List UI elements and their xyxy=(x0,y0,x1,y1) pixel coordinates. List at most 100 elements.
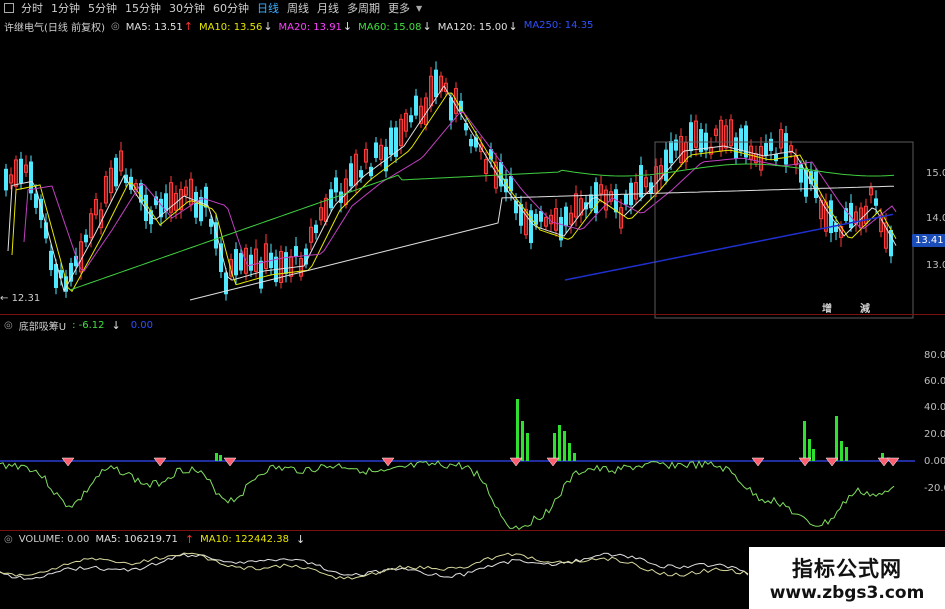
tab-7[interactable]: 周线 xyxy=(283,0,313,16)
candle-body xyxy=(164,193,168,212)
bottom-signal-icon xyxy=(798,457,812,467)
bottom-signal-icon xyxy=(381,457,395,467)
bottom-signal-icon xyxy=(509,457,523,467)
candle-body xyxy=(664,149,668,181)
ind-y-0: 0.00 xyxy=(924,456,945,467)
candle-body xyxy=(114,157,118,187)
candle-body xyxy=(639,165,643,198)
candle-body xyxy=(739,128,743,152)
candle-body xyxy=(314,224,318,234)
tab-8[interactable]: 月线 xyxy=(313,0,343,16)
signal-decrease: 減 xyxy=(860,304,870,315)
indicator-line xyxy=(0,460,895,530)
candle-body xyxy=(434,69,438,98)
candle-body xyxy=(669,141,673,164)
candle-body xyxy=(769,138,773,151)
candle-body xyxy=(19,158,23,184)
tab-3[interactable]: 15分钟 xyxy=(121,0,165,16)
bottom-signal-icon xyxy=(61,457,75,467)
candle-body xyxy=(239,252,243,271)
candle-body xyxy=(249,254,253,271)
bottom-signal-icon xyxy=(825,457,839,467)
indicator-bar xyxy=(835,416,838,461)
candle-body xyxy=(359,170,363,178)
indicator-bar xyxy=(219,455,222,461)
low-price-value: 12.31 xyxy=(11,293,41,304)
candle-body xyxy=(414,95,418,116)
candle-body xyxy=(784,133,788,165)
ind-y-60: 60.00 xyxy=(924,376,945,387)
tab-5[interactable]: 60分钟 xyxy=(209,0,253,16)
candle-body xyxy=(744,125,748,158)
low-price-label: ← 12.31 xyxy=(0,293,41,304)
indicator-bar xyxy=(803,421,806,461)
candle-body xyxy=(34,193,38,208)
watermark-logo: 指标公式网 www.zbgs3.com xyxy=(749,547,945,609)
ind-y-80: 80.00 xyxy=(924,350,945,361)
watermark-url: www.zbgs3.com xyxy=(769,583,925,603)
indicator-bar xyxy=(563,431,566,461)
candle-body xyxy=(29,161,33,194)
candle-body xyxy=(734,137,738,159)
period-toolbar: 分时 1分钟 5分钟 15分钟 30分钟 60分钟 日线 周线 月线 多周期 更多 ▼ xyxy=(0,0,945,16)
candle-body xyxy=(349,163,353,187)
candle-body xyxy=(284,252,288,274)
ma20-line xyxy=(23,111,897,272)
indicator-bar xyxy=(812,449,815,461)
candle-body xyxy=(209,218,213,227)
more-dropdown-icon[interactable]: ▼ xyxy=(416,4,422,13)
candle-body xyxy=(54,264,58,289)
volume-ma10-line xyxy=(0,552,749,580)
candle-body xyxy=(294,246,298,257)
candle-body xyxy=(199,197,203,222)
tab-2[interactable]: 5分钟 xyxy=(84,0,121,16)
candle-body xyxy=(449,97,453,121)
volume-ma5-line xyxy=(0,552,749,580)
y-label-14: 14.0 xyxy=(926,213,945,224)
candle-body xyxy=(374,142,378,159)
ind-y-20: 20.00 xyxy=(924,429,945,440)
panel-divider-2 xyxy=(0,530,945,531)
indicator-bar xyxy=(558,425,561,461)
toolbar-menu-icon[interactable] xyxy=(4,3,14,13)
tab-6[interactable]: 日线 xyxy=(253,0,283,16)
candle-body xyxy=(774,153,778,162)
bottom-signal-icon xyxy=(886,457,900,467)
candle-body xyxy=(194,191,198,218)
ma10-line xyxy=(11,92,897,293)
indicator-chart[interactable] xyxy=(0,330,945,530)
indicator-bar xyxy=(568,443,571,461)
candle-body xyxy=(564,206,568,227)
tab-4[interactable]: 30分钟 xyxy=(165,0,209,16)
tab-1[interactable]: 1分钟 xyxy=(47,0,84,16)
indicator-bar xyxy=(215,453,218,461)
tab-0[interactable]: 分时 xyxy=(17,0,47,16)
candle-body xyxy=(259,260,263,289)
candle-body xyxy=(509,176,513,192)
candle-body xyxy=(539,210,543,222)
bottom-signal-icon xyxy=(546,457,560,467)
tab-10[interactable]: 更多 xyxy=(384,0,414,16)
candle-body xyxy=(689,122,693,152)
candle-body xyxy=(389,127,393,155)
candle-body xyxy=(4,168,8,191)
candle-body xyxy=(529,210,533,244)
indicator-bar xyxy=(553,433,556,461)
candlestick-chart[interactable] xyxy=(0,30,945,340)
ind-y-40: 40.00 xyxy=(924,402,945,413)
indicator-bar xyxy=(516,399,519,461)
candle-body xyxy=(624,194,628,205)
y-label-15: 15.0 xyxy=(926,168,945,179)
panel-divider-1 xyxy=(0,314,945,315)
candle-body xyxy=(409,115,413,123)
last-price-tag: 13.41 xyxy=(912,234,945,247)
indicator-bar xyxy=(573,453,576,461)
candle-body xyxy=(764,143,768,156)
bottom-signal-icon xyxy=(153,457,167,467)
indicator-bar xyxy=(808,439,811,461)
candle-body xyxy=(234,249,238,276)
y-label-13: 13.0 xyxy=(926,260,945,271)
signal-increase: 增 xyxy=(822,304,832,315)
candle-body xyxy=(84,234,88,243)
tab-9[interactable]: 多周期 xyxy=(343,0,384,16)
